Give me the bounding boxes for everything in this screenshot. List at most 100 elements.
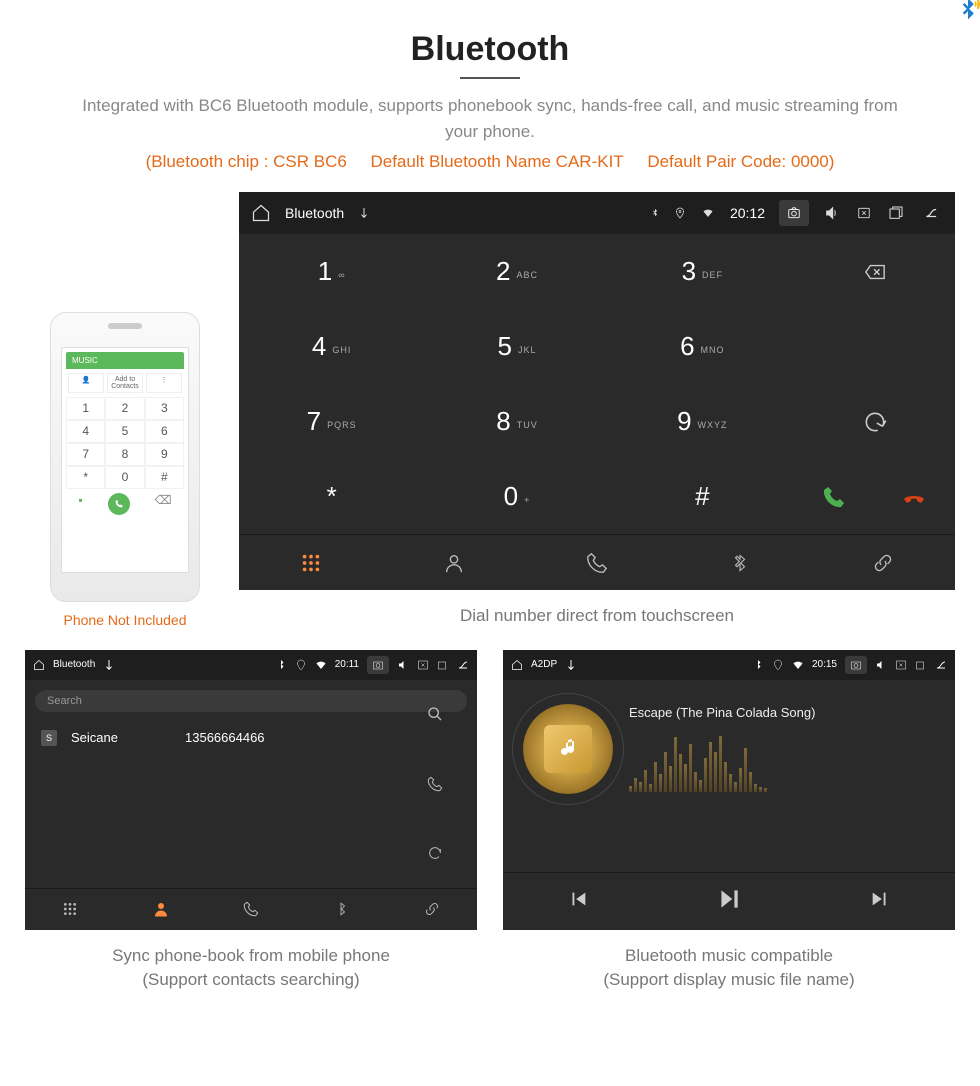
phone-key: 0 (105, 466, 144, 489)
nav-contacts[interactable] (382, 535, 525, 590)
usb-icon (565, 659, 577, 671)
phonebook-panel: Bluetooth 20:11 Search S Seicane (25, 650, 477, 930)
home-icon[interactable] (33, 659, 45, 671)
visualizer (629, 732, 935, 792)
nav-pair[interactable] (387, 889, 477, 930)
music-time: 20:15 (812, 659, 837, 670)
dial-key-7[interactable]: 7PQRS (239, 384, 424, 459)
volume-icon[interactable] (875, 659, 887, 671)
search-input[interactable]: Search (35, 690, 467, 712)
contact-name: Seicane (71, 730, 171, 745)
wifi-icon (700, 207, 716, 219)
nav-recent-calls[interactable] (525, 535, 668, 590)
home-icon[interactable] (511, 659, 523, 671)
prev-button[interactable] (567, 888, 589, 915)
bluetooth-icon (275, 659, 287, 671)
back-icon[interactable] (919, 206, 943, 220)
dial-key-5[interactable]: 5JKL (424, 309, 609, 384)
phone-key: 6 (145, 420, 184, 443)
phone-header: MUSIC (66, 352, 184, 369)
location-icon (295, 659, 307, 671)
dial-key-3[interactable]: 3DEF (610, 234, 795, 309)
nav-bluetooth[interactable] (296, 889, 386, 930)
dial-key-0[interactable]: 0+ (424, 459, 609, 534)
phone-key: 5 (105, 420, 144, 443)
contact-initial: S (41, 730, 57, 746)
nav-dialpad[interactable] (25, 889, 115, 930)
recent-icon[interactable] (437, 659, 449, 671)
dial-key-1[interactable]: 1∞ (239, 234, 424, 309)
nav-bluetooth[interactable] (669, 535, 812, 590)
dialer-caption: Dial number direct from touchscreen (239, 604, 955, 628)
phone-key: 3 (145, 397, 184, 420)
dial-key-#[interactable]: # (610, 459, 795, 534)
dial-key-4[interactable]: 4GHI (239, 309, 424, 384)
volume-icon[interactable] (397, 659, 409, 671)
statusbar-title: Bluetooth (285, 205, 344, 221)
recent-icon[interactable] (915, 659, 927, 671)
title-divider (460, 77, 520, 79)
status-bar: Bluetooth 20:12 (239, 192, 955, 234)
close-app-icon[interactable] (855, 206, 873, 220)
bluetooth-icon (752, 659, 764, 671)
phone-key: 7 (66, 443, 105, 466)
recent-icon[interactable] (887, 205, 905, 221)
bottom-nav (239, 534, 955, 590)
music-panel: A2DP 20:15 (503, 650, 955, 930)
screenshot-button[interactable] (845, 656, 867, 674)
dialer-panel: Bluetooth 20:12 1∞2ABC3DEF 4GHI5JKL6MNO 7P… (239, 192, 955, 590)
spec-line: (Bluetooth chip : CSR BC6 Default Blueto… (25, 152, 955, 172)
spec-code: Default Pair Code: 0000) (647, 152, 834, 171)
dial-key-6[interactable]: 6MNO (610, 309, 795, 384)
search-icon[interactable] (427, 706, 477, 722)
close-app-icon[interactable] (417, 659, 429, 671)
back-icon[interactable] (935, 659, 947, 671)
phone-key: 4 (66, 420, 105, 443)
dial-key-2[interactable]: 2ABC (424, 234, 609, 309)
nav-pair[interactable] (812, 535, 955, 590)
dial-key-8[interactable]: 8TUV (424, 384, 609, 459)
volume-icon[interactable] (823, 205, 841, 221)
call-icon[interactable] (427, 776, 477, 792)
nav-dialpad[interactable] (239, 535, 382, 590)
phonebook-caption: Sync phone-book from mobile phone(Suppor… (25, 944, 477, 992)
dial-key-9[interactable]: 9WXYZ (610, 384, 795, 459)
usb-icon (103, 659, 115, 671)
sync-icon[interactable] (427, 845, 477, 861)
phone-key: 1 (66, 397, 105, 420)
location-icon (674, 206, 686, 220)
phone-key: 2 (105, 397, 144, 420)
sync-button[interactable] (795, 384, 955, 459)
spec-name: Default Bluetooth Name CAR-KIT (370, 152, 623, 171)
usb-icon (358, 206, 370, 220)
statusbar-time: 20:12 (730, 205, 765, 221)
location-icon (772, 659, 784, 671)
wifi-icon (315, 659, 327, 671)
next-button[interactable] (869, 888, 891, 915)
contact-row[interactable]: S Seicane 13566664466 (25, 722, 477, 754)
phone-key: * (66, 466, 105, 489)
pb-title: Bluetooth (53, 659, 95, 670)
call-button[interactable] (822, 485, 846, 509)
wifi-icon (792, 659, 804, 671)
dial-key-*[interactable]: * (239, 459, 424, 534)
phone-mockup: MUSIC 👤Add to Contacts⋮ 123456789*0# ▪ ⌫ (50, 312, 200, 602)
home-icon[interactable] (251, 203, 271, 223)
nav-contacts[interactable] (115, 889, 205, 930)
screenshot-button[interactable] (779, 200, 809, 226)
back-icon[interactable] (457, 659, 469, 671)
pb-time: 20:11 (335, 659, 359, 670)
track-title: Escape (The Pina Colada Song) (629, 705, 935, 720)
close-app-icon[interactable] (895, 659, 907, 671)
backspace-button[interactable] (795, 234, 955, 309)
music-title: A2DP (531, 659, 557, 670)
nav-recent-calls[interactable] (206, 889, 296, 930)
play-pause-button[interactable] (716, 886, 742, 917)
phone-key: # (145, 466, 184, 489)
screenshot-button[interactable] (367, 656, 389, 674)
hangup-button[interactable] (900, 485, 928, 509)
spec-chip: (Bluetooth chip : CSR BC6 (146, 152, 347, 171)
page-title: Bluetooth (25, 30, 955, 69)
phone-call-button (108, 493, 130, 515)
phone-video-icon: ▪ (78, 493, 82, 515)
